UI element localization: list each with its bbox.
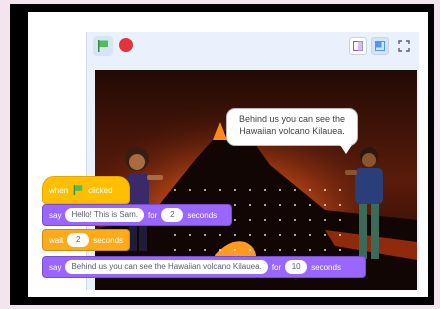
- wait-secs-block[interactable]: wait 2 seconds: [42, 229, 130, 251]
- say-message-input[interactable]: Hello! This is Sam.: [65, 208, 144, 222]
- say-for-secs-block[interactable]: say Hello! This is Sam. for 2 seconds: [42, 204, 232, 226]
- stop-button[interactable]: [119, 38, 133, 52]
- small-stage-button[interactable]: [349, 37, 367, 55]
- speech-bubble-tail: [340, 145, 352, 154]
- large-stage-button[interactable]: [371, 37, 389, 55]
- when-label: when: [49, 185, 69, 195]
- say-for-secs-block-2[interactable]: say Behind us you can see the Hawaiian v…: [42, 256, 366, 278]
- fullscreen-icon: [398, 40, 410, 52]
- say-secs-input[interactable]: 10: [285, 260, 308, 274]
- wait-secs-input[interactable]: 2: [67, 233, 90, 247]
- clicked-label: clicked: [88, 185, 113, 195]
- say-label: say: [49, 262, 62, 272]
- fullscreen-button[interactable]: [395, 37, 413, 55]
- for-label: for: [271, 262, 282, 272]
- green-flag-icon: [73, 184, 83, 196]
- say-secs-input[interactable]: 2: [161, 208, 184, 222]
- speech-bubble: Behind us you can see the Hawaiian volca…: [226, 108, 358, 146]
- small-stage-icon: [353, 41, 363, 51]
- green-flag-button[interactable]: [93, 36, 113, 56]
- say-message-input[interactable]: Behind us you can see the Hawaiian volca…: [65, 260, 268, 274]
- seconds-label: seconds: [93, 235, 124, 245]
- wait-label: wait: [49, 235, 64, 245]
- seconds-label: seconds: [311, 262, 341, 272]
- stage-panel: [86, 32, 419, 290]
- stage-toolbar: [87, 32, 419, 62]
- large-stage-icon: [375, 41, 385, 51]
- for-label: for: [148, 210, 158, 220]
- seconds-label: seconds: [187, 210, 218, 220]
- green-flag-icon: [98, 40, 108, 52]
- when-flag-clicked-block[interactable]: when clicked: [42, 176, 130, 204]
- say-label: say: [49, 210, 62, 220]
